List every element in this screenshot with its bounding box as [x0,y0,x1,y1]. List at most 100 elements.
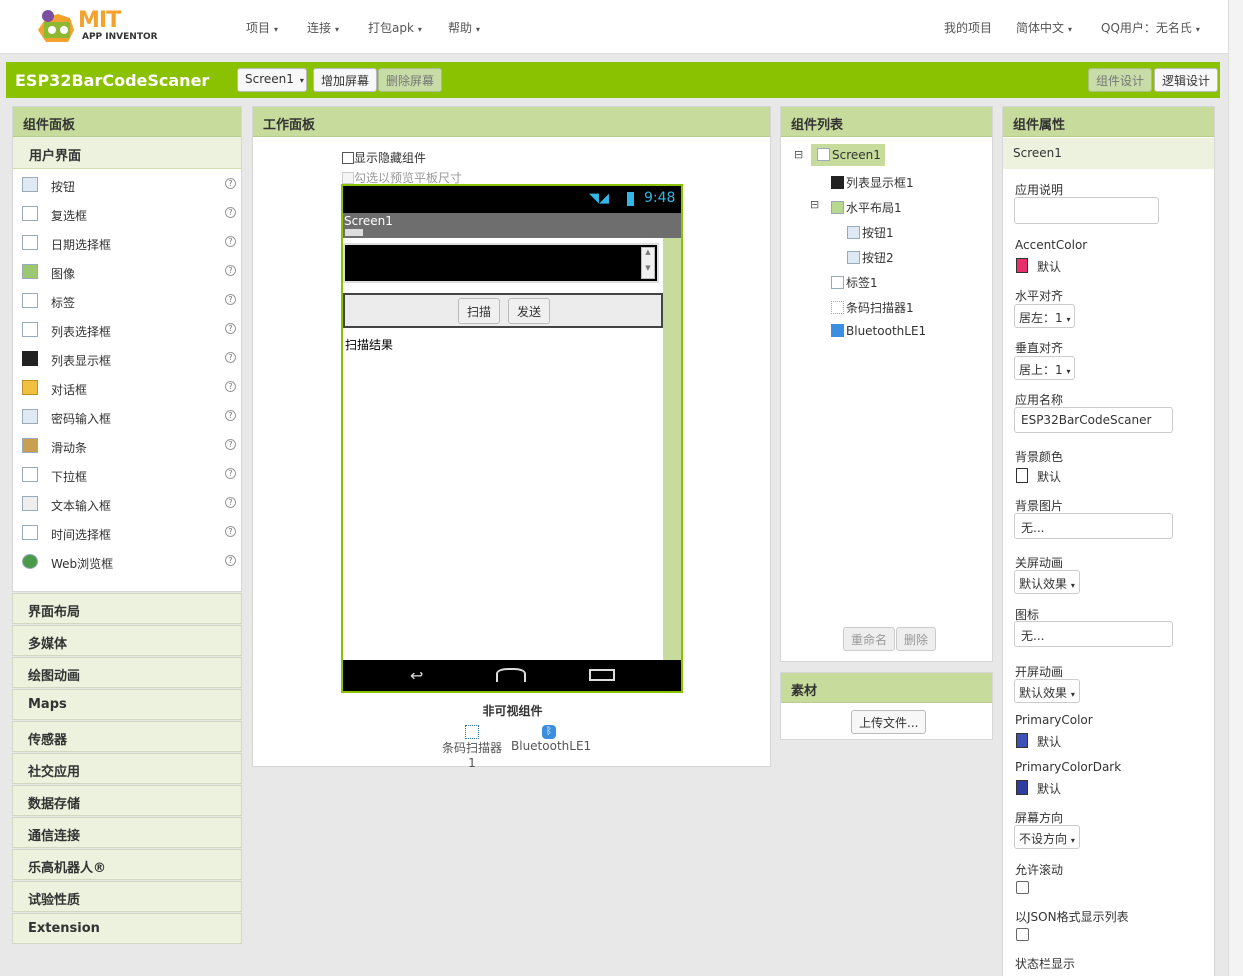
category-lego[interactable]: 乐高机器人® [12,849,242,880]
tablet-preview-checkbox[interactable] [342,172,354,184]
app-name-input[interactable]: ESP32BarCodeScaner [1014,407,1173,433]
help-icon[interactable]: ? [225,410,236,421]
scan-button[interactable]: 扫描 [458,298,501,324]
palette-section-user-interface[interactable]: 用户界面 [13,137,241,169]
category-storage[interactable]: 数据存储 [12,785,242,816]
app-desc-textarea[interactable] [1014,197,1159,224]
help-icon[interactable]: ? [225,439,236,450]
help-icon[interactable]: ? [225,555,236,566]
bg-image-input[interactable]: 无... [1014,513,1173,539]
help-icon[interactable]: ? [225,265,236,276]
nonvisible-barcode[interactable]: 条码扫描器1 [439,725,505,770]
palette-item-slider[interactable]: 滑动条? [13,432,241,461]
close-anim-select[interactable]: 默认效果 ▾ [1014,570,1080,594]
category-social[interactable]: 社交应用 [12,753,242,784]
tree-item-bluetoothle1[interactable]: BluetoothLE1 [831,324,926,338]
user-menu[interactable]: QQ用户：无名氏 ▾ [1101,19,1200,36]
listview-component[interactable]: ▲ ▼ [343,243,659,283]
rename-button[interactable]: 重命名 [843,627,896,651]
menu-connect[interactable]: 连接 ▾ [307,19,339,36]
palette-item-timepicker[interactable]: 时间选择框? [13,519,241,548]
collapse-icon[interactable]: ⊟ [794,148,803,161]
collapse-icon[interactable]: ⊟ [810,198,819,211]
accent-color-swatch[interactable] [1016,258,1028,273]
category-sensors[interactable]: 传感器 [12,721,242,752]
icon-input[interactable]: 无... [1014,621,1173,647]
tree-item-horizontalarrangement1[interactable]: 水平布局1 [831,199,902,216]
orientation-select[interactable]: 不设方向 ▾ [1014,825,1080,849]
primary-dark-value[interactable]: 默认 [1037,780,1061,797]
help-icon[interactable]: ? [225,178,236,189]
help-icon[interactable]: ? [225,294,236,305]
spinner-icon [22,467,38,482]
menu-build[interactable]: 打包apk ▾ [368,19,422,36]
blocks-button[interactable]: 逻辑设计 [1154,68,1219,92]
menu-help[interactable]: 帮助 ▾ [448,19,480,36]
page-scrollbar[interactable] [1228,0,1243,976]
category-media[interactable]: 多媒体 [12,625,242,656]
listview-scrollbar[interactable]: ▲ ▼ [641,247,655,279]
bg-color-value[interactable]: 默认 [1037,468,1061,485]
category-extension[interactable]: Extension [12,913,242,944]
palette-item-listpicker[interactable]: 列表选择框? [13,316,241,345]
tree-item-barcodescanner1[interactable]: 条码扫描器1 [831,299,914,316]
category-layout[interactable]: 界面布局 [12,593,242,624]
help-icon[interactable]: ? [225,352,236,363]
designer-button[interactable]: 组件设计 [1088,68,1153,92]
help-icon[interactable]: ? [225,526,236,537]
palette-item-label[interactable]: 标签? [13,287,241,316]
category-experimental[interactable]: 试验性质 [12,881,242,912]
valign-select[interactable]: 居上：1 ▾ [1014,356,1076,380]
tree-item-button2[interactable]: 按钮2 [847,249,894,266]
primary-color-value[interactable]: 默认 [1037,733,1061,750]
palette-item-button[interactable]: 按钮? [13,171,241,200]
app-inventor-logo[interactable]: MIT APP INVENTOR [34,8,164,48]
category-connectivity[interactable]: 通信连接 [12,817,242,848]
screen-select[interactable]: Screen1 ▾ [237,68,307,92]
open-anim-select[interactable]: 默认效果 ▾ [1014,679,1080,703]
help-icon[interactable]: ? [225,468,236,479]
primary-color-swatch[interactable] [1016,733,1028,748]
help-icon[interactable]: ? [225,323,236,334]
language-menu[interactable]: 简体中文 ▾ [1016,19,1072,36]
palette-item-textbox[interactable]: 文本输入框? [13,490,241,519]
palette-item-passwordtextbox[interactable]: 密码输入框? [13,403,241,432]
category-maps[interactable]: Maps [12,689,242,720]
accent-color-value[interactable]: 默认 [1037,258,1061,275]
palette-item-listview[interactable]: 列表显示框? [13,345,241,374]
tree-item-screen1[interactable]: Screen1 [811,144,885,166]
scrollable-checkbox[interactable] [1016,881,1029,894]
nonvisible-bluetooth[interactable]: ᛒ BluetoothLE1 [511,725,591,753]
help-icon[interactable]: ? [225,236,236,247]
horizontal-arrangement[interactable]: 扫描 发送 [343,293,663,328]
help-icon[interactable]: ? [225,381,236,392]
bg-color-swatch[interactable] [1016,468,1028,483]
palette-item-spinner[interactable]: 下拉框? [13,461,241,490]
category-drawing[interactable]: 绘图动画 [12,657,242,688]
remove-screen-button[interactable]: 删除屏幕 [378,68,443,92]
json-list-checkbox[interactable] [1016,928,1029,941]
result-label[interactable]: 扫描结果 [345,336,393,353]
tree-item-listview1[interactable]: 列表显示框1 [831,174,914,191]
palette-item-checkbox[interactable]: 复选框? [13,200,241,229]
primary-dark-swatch[interactable] [1016,780,1028,795]
add-screen-button[interactable]: 增加屏幕 [313,68,378,92]
show-hidden-option[interactable]: 显示隐藏组件 [342,149,426,166]
halign-select[interactable]: 居左：1 ▾ [1014,304,1076,328]
delete-button[interactable]: 删除 [896,627,937,651]
upload-file-button[interactable]: 上传文件... [851,710,927,734]
open-anim-value: 默认效果 [1019,686,1068,700]
caret-down-icon: ▾ [417,25,422,34]
palette-item-datepicker[interactable]: 日期选择框? [13,229,241,258]
palette-item-image[interactable]: 图像? [13,258,241,287]
help-icon[interactable]: ? [225,207,236,218]
palette-item-webviewer[interactable]: Web浏览框? [13,548,241,577]
my-projects-link[interactable]: 我的项目 [944,19,992,36]
tree-item-label1[interactable]: 标签1 [831,274,878,291]
menu-project[interactable]: 项目 ▾ [246,19,278,36]
palette-item-notifier[interactable]: 对话框? [13,374,241,403]
help-icon[interactable]: ? [225,497,236,508]
send-button[interactable]: 发送 [508,298,551,324]
show-hidden-checkbox[interactable] [342,152,354,164]
tree-item-button1[interactable]: 按钮1 [847,224,894,241]
